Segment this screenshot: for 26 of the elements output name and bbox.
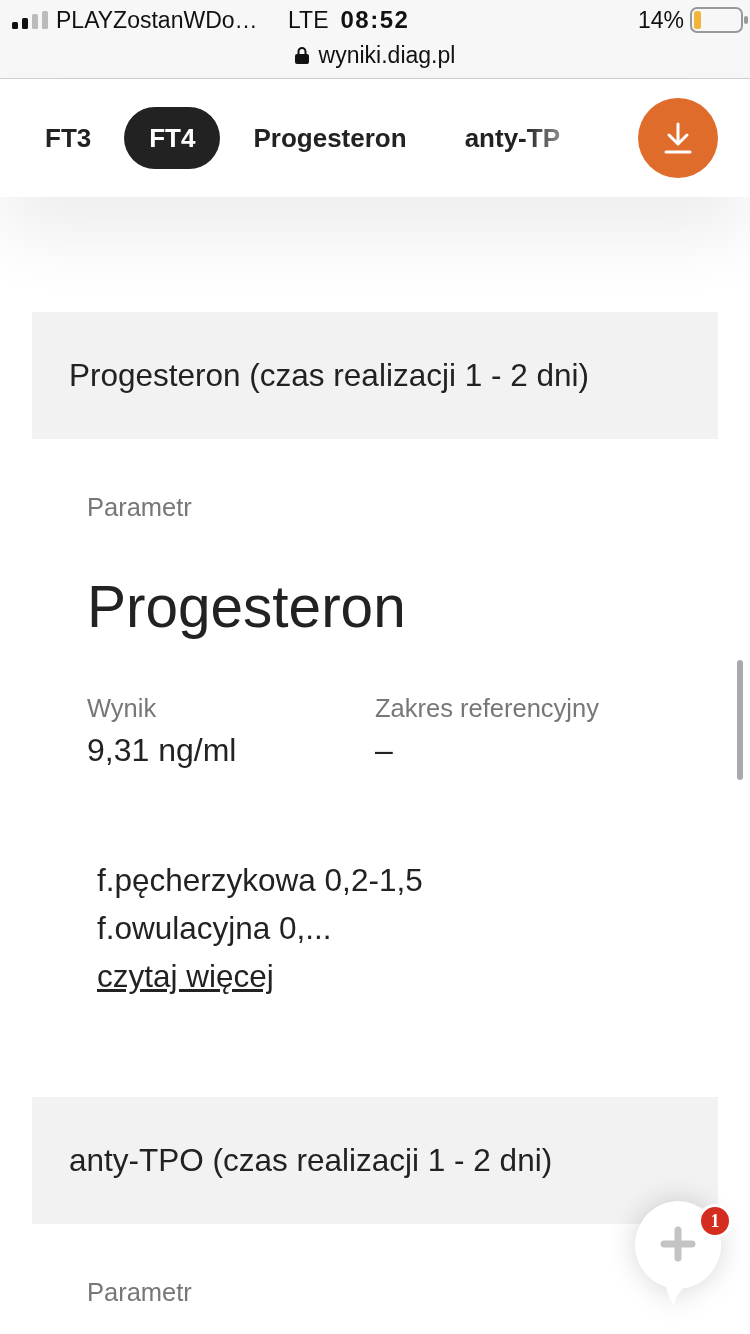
reference-note: f.owulacyjna 0,... (97, 909, 333, 948)
download-icon (663, 122, 693, 154)
signal-icon (12, 11, 48, 29)
battery-icon (690, 7, 748, 33)
url-text[interactable]: wyniki.diag.pl (318, 41, 456, 69)
tab[interactable]: FT4 (124, 107, 221, 169)
clock-time: 08:52 (340, 6, 410, 34)
plus-icon (660, 1226, 696, 1262)
parameter-label: Parametr (87, 492, 193, 522)
read-more-link[interactable]: czytaj więcej (97, 958, 274, 994)
parameter-name: Progesteron (87, 573, 407, 641)
reference-range-label: Zakres referencyjny (375, 693, 600, 723)
tab[interactable]: FT3 (20, 107, 117, 169)
parameter-label: Parametr (87, 1277, 193, 1307)
result-value: 9,31 ng/ml (87, 732, 238, 768)
reference-note: f.pęcherzykowa 0,2-1,5 (97, 861, 424, 900)
tab[interactable]: anty-TP (439, 107, 585, 169)
carrier-name: PLAYZostanWDo… (56, 6, 259, 34)
lock-icon (294, 46, 309, 64)
tab[interactable]: Progesteron (228, 107, 432, 169)
notification-badge: 1 (698, 1204, 732, 1238)
network-type: LTE (288, 6, 329, 34)
result-label: Wynik (87, 693, 158, 723)
battery-percent: 14% (637, 6, 684, 34)
section-header[interactable]: Progesteron (czas realizacji 1 - 2 dni) (32, 312, 718, 439)
reference-range-value: – (375, 732, 394, 768)
